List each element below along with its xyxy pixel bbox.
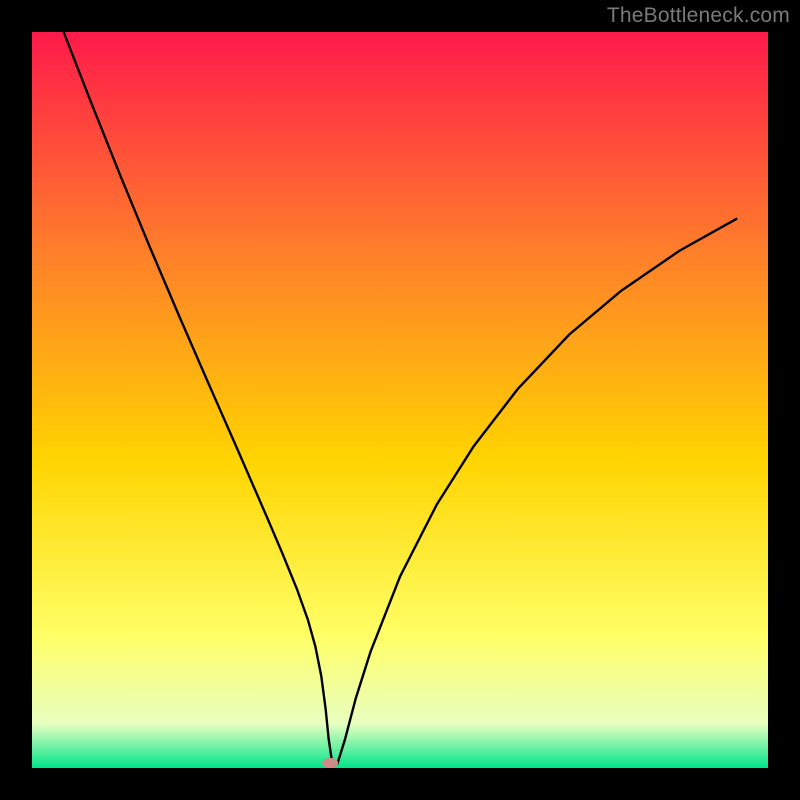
frame-left bbox=[0, 0, 32, 800]
frame-right bbox=[768, 0, 800, 800]
plot-background bbox=[32, 32, 768, 768]
bottleneck-chart: TheBottleneck.com bbox=[0, 0, 800, 800]
chart-svg bbox=[0, 0, 800, 800]
watermark-text: TheBottleneck.com bbox=[607, 4, 790, 28]
frame-bottom bbox=[0, 768, 800, 800]
optimum-marker bbox=[322, 758, 338, 768]
